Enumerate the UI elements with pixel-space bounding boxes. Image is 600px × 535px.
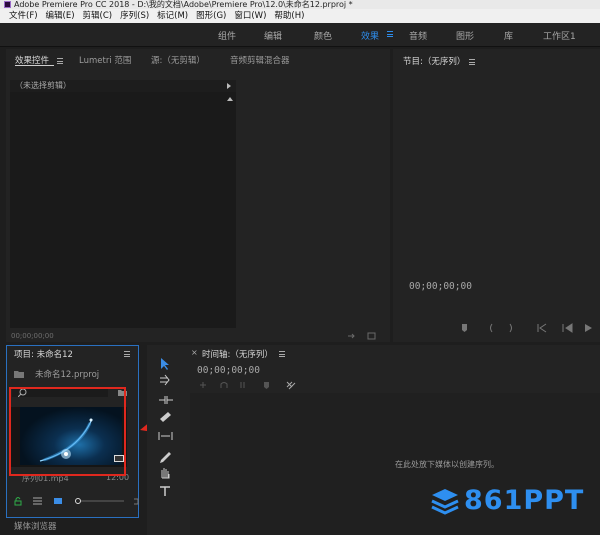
menu-graphics[interactable]: 图形(G): [196, 11, 226, 21]
workspace-menu-icon[interactable]: [387, 31, 393, 37]
workspace-assembly[interactable]: 组件: [218, 29, 236, 42]
ripple-edit-tool-icon: [159, 396, 173, 404]
tab-source[interactable]: 源:（无剪辑）: [151, 54, 205, 66]
razor-tool-icon: [160, 412, 171, 422]
timeline-menu-icon[interactable]: [279, 351, 285, 357]
program-monitor-title[interactable]: 节目:（无序列）: [403, 55, 465, 67]
workspace-custom[interactable]: 工作区1: [543, 29, 576, 42]
workspace-color[interactable]: 颜色: [314, 29, 332, 42]
mark-in-icon: [490, 323, 493, 333]
scroll-up-icon[interactable]: [227, 97, 233, 101]
watermark-logo-icon: [431, 489, 459, 515]
linked-selection-icon: [240, 382, 245, 388]
menu-sequence[interactable]: 序列(S): [120, 11, 149, 21]
step-back-icon: [562, 323, 573, 333]
export-icon: [367, 332, 376, 340]
effect-controls-menu-icon[interactable]: [57, 58, 63, 64]
go-to-in-icon: [537, 323, 547, 333]
tab-lumetri-scopes[interactable]: Lumetri 范围: [79, 54, 131, 66]
menu-bar: 文件(F) 编辑(E) 剪辑(C) 序列(S) 标记(M) 图形(G) 窗口(W) 帮助(H): [0, 9, 600, 23]
timeline-toolbar-icons: [200, 381, 296, 390]
sort-icon: [134, 498, 139, 505]
icon-view-icon: [54, 498, 62, 504]
window-title: Adobe Premiere Pro CC 2018 - D:\我的文档\Ado…: [14, 0, 353, 9]
lock-icon: [14, 497, 22, 506]
program-monitor-menu-icon[interactable]: [469, 59, 475, 65]
tab-audio-clip-mixer[interactable]: 音频剪辑混合器: [230, 54, 290, 66]
workspace-graphics[interactable]: 图形: [456, 29, 474, 42]
menu-window[interactable]: 窗口(W): [234, 11, 266, 21]
zoom-slider-handle: [75, 498, 81, 504]
menu-file[interactable]: 文件(F): [9, 11, 38, 21]
mark-out-icon: [509, 323, 512, 333]
workspace-audio[interactable]: 音频: [409, 29, 427, 42]
window-title-bar: Adobe Premiere Pro CC 2018 - D:\我的文档\Ado…: [0, 0, 600, 9]
program-timecode[interactable]: 00;00;00;00: [409, 281, 472, 292]
effect-controls-header: （未选择剪辑）: [10, 80, 236, 92]
tools-list: [158, 358, 173, 496]
nest-icon: [200, 382, 206, 388]
slip-tool-icon: [158, 432, 173, 440]
workspace-effects[interactable]: 效果: [361, 29, 379, 42]
snap-icon: [220, 382, 228, 388]
effect-controls-timecode: 00;00;00;00: [11, 332, 54, 340]
timeline-title[interactable]: 时间轴:（无序列）: [202, 348, 273, 360]
play-icon: [585, 324, 592, 332]
expand-arrow-icon[interactable]: [227, 83, 231, 89]
workspace-libraries[interactable]: 库: [504, 29, 513, 42]
premiere-logo-icon: [4, 1, 11, 8]
menu-edit[interactable]: 编辑(E): [46, 11, 75, 21]
menu-markers[interactable]: 标记(M): [157, 11, 188, 21]
filter-icon: [348, 333, 355, 339]
project-menu-icon[interactable]: [124, 351, 130, 357]
list-view-icon: [33, 497, 42, 505]
project-footer-icons: [14, 497, 139, 506]
effect-controls-body: [10, 92, 236, 328]
watermark-text: 861PPT: [464, 485, 585, 516]
pen-tool-icon: [160, 452, 171, 463]
workspace-editing[interactable]: 编辑: [264, 29, 282, 42]
annotation-highlight-box: [9, 387, 126, 476]
project-panel-title[interactable]: 项目: 未命名12: [14, 348, 73, 360]
timeline-close-icon[interactable]: ×: [191, 348, 198, 357]
track-select-tool-icon: [160, 374, 170, 386]
add-marker-icon: [264, 382, 269, 389]
wrench-icon: [286, 381, 296, 390]
menu-help[interactable]: 帮助(H): [274, 11, 304, 21]
project-folder-icon: [14, 371, 24, 378]
project-file-name: 未命名12.prproj: [35, 370, 100, 380]
selection-tool-icon: [161, 358, 169, 370]
hand-tool-icon: [161, 468, 170, 479]
program-monitor-panel: 节目:（无序列）: [393, 49, 600, 342]
menu-clip[interactable]: 剪辑(C): [83, 11, 113, 21]
active-tab-indicator: [15, 65, 54, 66]
type-tool-icon: [160, 486, 170, 496]
tab-media-browser[interactable]: 媒体浏览器: [14, 520, 57, 532]
marker-icon: [462, 324, 467, 332]
timeline-timecode[interactable]: 00;00;00;00: [197, 365, 260, 376]
timeline-empty-hint: 在此处放下媒体以创建序列。: [395, 460, 499, 469]
program-transport-controls[interactable]: [458, 322, 598, 334]
effect-controls-footer-icons: [348, 332, 376, 340]
source-panel-tabs: 效果控件 Lumetri 范围 源:（无剪辑） 音频剪辑混合器: [6, 49, 390, 67]
workspace-bar: 组件 编辑 颜色 效果 音频 图形 库 工作区1: [0, 23, 600, 47]
